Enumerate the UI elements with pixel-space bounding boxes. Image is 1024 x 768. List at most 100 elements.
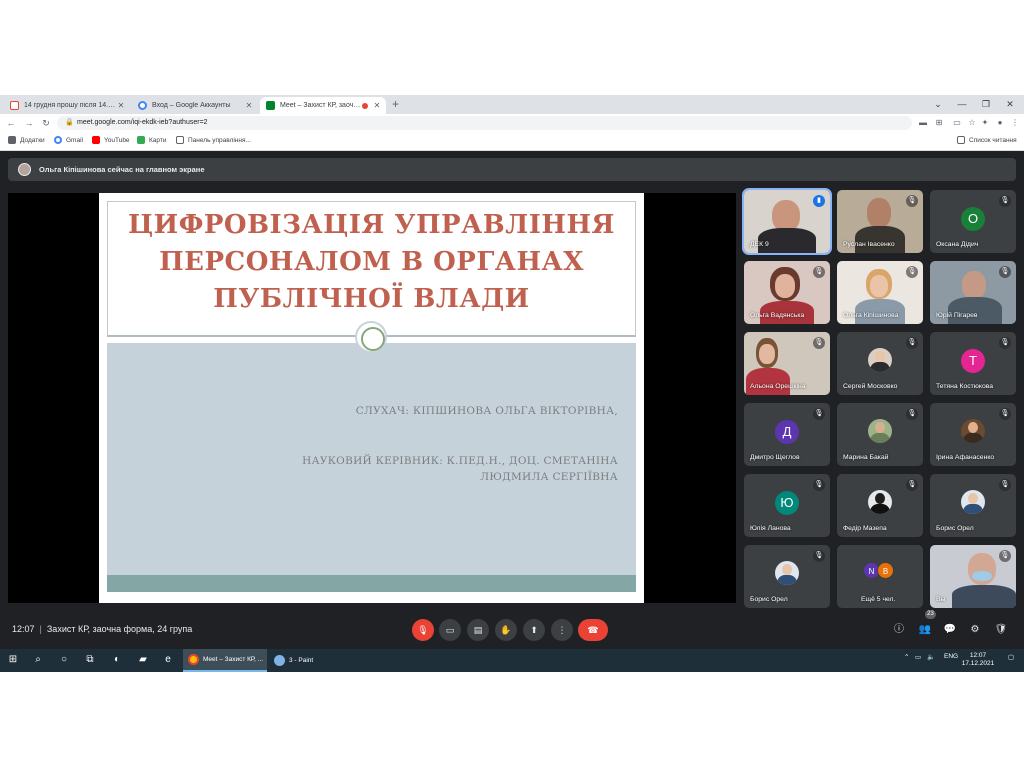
participant-tile[interactable]: 🎙 Сергей Московко xyxy=(837,332,923,395)
participant-tile[interactable]: 🎙 Федір Мазепа xyxy=(837,474,923,537)
host-controls-icon[interactable]: 🛡 xyxy=(994,623,1008,637)
doc-icon xyxy=(176,136,184,144)
raise-hand-button[interactable]: ✋ xyxy=(495,619,517,641)
google-icon xyxy=(138,101,147,110)
participant-tile[interactable]: ▮ ДЕК 9 xyxy=(742,188,832,255)
mic-off-icon: 🎙 xyxy=(906,408,918,420)
reload-icon[interactable]: ↻ xyxy=(39,116,53,130)
avatar: О xyxy=(961,207,985,231)
tab-search-icon[interactable]: ⌄ xyxy=(928,97,948,111)
browser-tab-gmail[interactable]: 14 грудня прошу після 14.00 пі ✕ xyxy=(4,97,130,114)
back-icon[interactable]: ← xyxy=(4,116,18,130)
close-window-icon[interactable]: ✕ xyxy=(1000,97,1020,111)
avatar xyxy=(868,419,892,443)
slide-title: ЦИФРОВІЗАЦІЯ УПРАВЛІННЯ ПЕРСОНАЛОМ В ОРГ… xyxy=(107,207,636,318)
participant-tile[interactable]: 🎙 Борис Орел xyxy=(744,545,830,608)
participant-tile[interactable]: Т 🎙 Тетяна Костюкова xyxy=(930,332,1016,395)
close-icon[interactable]: ✕ xyxy=(244,101,254,110)
windows-start-icon[interactable]: ⊞ xyxy=(6,653,20,667)
presenter-banner-text: Ольга Кіпішинова сейчас на главном экран… xyxy=(39,165,205,174)
file-explorer-icon[interactable]: ▰ xyxy=(136,653,150,667)
participant-tile[interactable]: Д 🎙 Дмитро Щеглов xyxy=(744,403,830,466)
tab-title: Meet – Захист КР, заочна ф xyxy=(280,102,362,109)
cast-icon[interactable]: ▭ xyxy=(951,117,963,129)
bookmark-panel[interactable]: Панель управління... xyxy=(176,136,251,144)
people-icon[interactable]: 👥 xyxy=(918,623,932,637)
captions-button[interactable]: ▤ xyxy=(467,619,489,641)
volume-icon[interactable]: 🔈 xyxy=(927,653,935,661)
search-icon[interactable]: ⌕ xyxy=(31,653,45,667)
info-icon[interactable]: ⓘ xyxy=(892,623,906,637)
participant-name: Юрій Пігарев xyxy=(936,312,978,319)
bookmark-label: Gmail xyxy=(66,136,83,144)
close-icon[interactable]: ✕ xyxy=(372,101,382,110)
screen: 14 грудня прошу після 14.00 пі ✕ Вход – … xyxy=(0,95,1024,672)
meeting-title: Захист КР, заочна форма, 24 група xyxy=(46,624,193,634)
participant-tile[interactable]: Ю 🎙 Юлія Ланова xyxy=(744,474,830,537)
minimize-icon[interactable]: — xyxy=(952,97,972,111)
browser-tab-meet[interactable]: Meet – Захист КР, заочна ф ✕ xyxy=(260,97,386,114)
language-indicator[interactable]: ENG xyxy=(944,653,958,660)
participant-name: Дмитро Щеглов xyxy=(750,454,800,461)
participant-tile[interactable]: 🎙 Ольга Кіпішинова xyxy=(837,261,923,324)
browser-tab-google-account[interactable]: Вход – Google Аккаунты ✕ xyxy=(132,97,258,114)
bookmark-star-icon[interactable]: ☆ xyxy=(966,117,978,129)
close-icon[interactable]: ✕ xyxy=(116,101,126,110)
avatar xyxy=(868,490,892,514)
cortana-icon[interactable]: ○ xyxy=(57,653,71,667)
tray-chevron-icon[interactable]: ⌃ xyxy=(904,653,909,661)
bookmark-apps[interactable]: Додатки xyxy=(8,136,45,144)
leave-call-button[interactable]: ☎ xyxy=(578,619,608,641)
address-bar[interactable]: 🔒 meet.google.com/iqi-ekdk-ieb?authuser=… xyxy=(57,116,912,130)
participant-tile[interactable]: 🎙 Альона Орешкіна xyxy=(744,332,830,395)
camera-in-use-icon[interactable]: ▬ xyxy=(917,117,929,129)
translate-icon[interactable]: ⊞ xyxy=(933,117,945,129)
notifications-icon[interactable]: ▢ xyxy=(1008,653,1014,661)
slide-title-line: ЦИФРОВІЗАЦІЯ УПРАВЛІННЯ xyxy=(128,210,615,240)
participant-tile[interactable]: 🎙 Ольга Вадянська xyxy=(744,261,830,324)
bookmark-maps[interactable]: Карти xyxy=(137,136,166,144)
gmail-icon xyxy=(10,101,19,110)
new-tab-icon[interactable]: + xyxy=(392,97,399,112)
network-icon[interactable]: ▭ xyxy=(915,653,921,661)
participant-tile[interactable]: 🎙 Ірина Афанасенко xyxy=(930,403,1016,466)
present-button[interactable]: ⬆ xyxy=(523,619,545,641)
participant-tile[interactable]: 🎙 Марина Бакай xyxy=(837,403,923,466)
activities-icon[interactable]: ⚙ xyxy=(968,623,982,637)
participant-tile[interactable]: О 🎙 Оксана Дідич xyxy=(930,190,1016,253)
mic-toggle-button[interactable]: 🎙 xyxy=(412,619,434,641)
system-clock[interactable]: 12:07 17.12.2021 xyxy=(960,652,996,668)
restore-icon[interactable]: ❐ xyxy=(976,97,996,111)
participant-tile[interactable]: 🎙 Руслан Івасенко xyxy=(837,190,923,253)
meet-control-bar: 12:07 | Захист КР, заочна форма, 24 група … xyxy=(0,610,1024,649)
youtube-icon xyxy=(92,136,100,144)
tab-title: 14 грудня прошу після 14.00 пі xyxy=(24,102,116,109)
more-participants-tile[interactable]: N B Ещё 5 чел. xyxy=(837,545,923,608)
extensions-icon[interactable]: ✦ xyxy=(979,117,991,129)
hang-up-icon: ☎ xyxy=(587,625,599,635)
participant-tile[interactable]: 🎙 Борис Орел xyxy=(930,474,1016,537)
menu-icon[interactable]: ⋮ xyxy=(1009,117,1021,129)
taskbar-app-paint[interactable]: 3 - Paint xyxy=(269,649,353,672)
reading-list[interactable]: Список читання xyxy=(957,136,1017,144)
ie-icon[interactable]: e xyxy=(161,653,175,667)
camera-toggle-button[interactable]: ▭ xyxy=(439,619,461,641)
bookmark-gmail[interactable]: Gmail xyxy=(54,136,83,144)
bookmark-youtube[interactable]: YouTube xyxy=(92,136,130,144)
clock-time: 12:07 xyxy=(969,652,987,659)
self-tile[interactable]: 🎙 Вы xyxy=(930,545,1016,608)
task-view-icon[interactable]: ⧉ xyxy=(83,653,97,667)
participant-tile[interactable]: 🎙 Юрій Пігарев xyxy=(930,261,1016,324)
reading-list-label: Список читання xyxy=(969,136,1017,144)
forward-icon[interactable]: → xyxy=(22,116,36,130)
mic-off-icon: 🎙 xyxy=(813,408,825,420)
profile-icon[interactable]: ● xyxy=(994,117,1006,129)
taskbar-app-chrome[interactable]: Meet – Захист КР, ... xyxy=(183,649,267,672)
meeting-time: 12:07 xyxy=(12,624,35,634)
participant-name: Борис Орел xyxy=(750,596,788,603)
edge-icon[interactable]: ◐ xyxy=(110,653,124,667)
chat-icon[interactable]: 💬 xyxy=(943,623,957,637)
more-options-button[interactable]: ⋮ xyxy=(551,619,573,641)
avatar: Д xyxy=(775,420,799,444)
apps-grid-icon xyxy=(8,136,16,144)
